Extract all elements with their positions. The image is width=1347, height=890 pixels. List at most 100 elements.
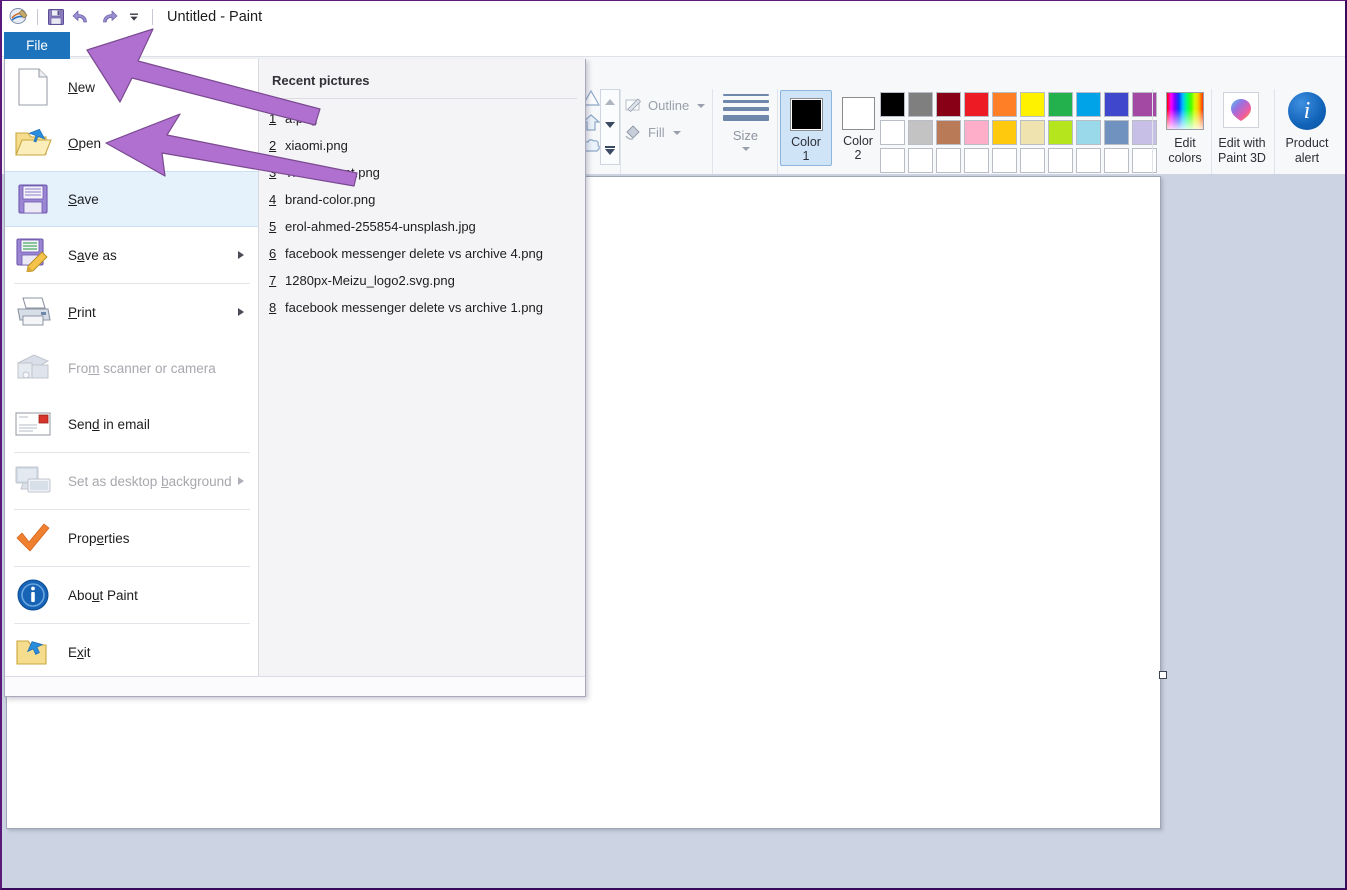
palette-swatch-3-8[interactable] <box>1076 148 1101 173</box>
menu-item-save-as[interactable]: Save as <box>5 227 258 283</box>
recent-file-item[interactable]: 4 brand-color.png <box>259 186 585 213</box>
recent-file-item[interactable]: 7 1280px-Meizu_logo2.svg.png <box>259 267 585 294</box>
save-icon[interactable] <box>43 5 69 29</box>
color-1-button[interactable]: Color 1 <box>780 90 832 166</box>
printer-icon <box>14 293 52 331</box>
desktop-icon <box>14 462 52 500</box>
color-2-label-line1: Color <box>843 134 873 148</box>
redo-icon[interactable] <box>95 5 121 29</box>
color-1-label-line1: Color <box>791 135 821 149</box>
paint-logo-icon[interactable] <box>6 5 32 29</box>
palette-swatch-2-1[interactable] <box>880 120 905 145</box>
color-palette[interactable] <box>880 92 1160 176</box>
shapes-scroll-buttons[interactable] <box>600 89 620 165</box>
submenu-arrow-icon <box>238 477 244 485</box>
palette-swatch-2-9[interactable] <box>1104 120 1129 145</box>
fill-button[interactable]: Fill <box>624 119 709 146</box>
palette-swatch-3-9[interactable] <box>1104 148 1129 173</box>
palette-swatch-2-3[interactable] <box>936 120 961 145</box>
palette-swatch-1-7[interactable] <box>1048 92 1073 117</box>
shapes-scroll-down-icon[interactable] <box>605 122 615 129</box>
palette-swatch-3-6[interactable] <box>1020 148 1045 173</box>
palette-swatch-3-3[interactable] <box>936 148 961 173</box>
palette-swatch-3-4[interactable] <box>964 148 989 173</box>
menu-item-save[interactable]: Save <box>5 171 258 227</box>
submenu-arrow-icon <box>238 251 244 259</box>
fill-bucket-icon <box>624 123 643 142</box>
outline-button[interactable]: Outline <box>624 92 709 119</box>
recent-file-name: erol-ahmed-255854-unsplash.jpg <box>285 219 476 234</box>
palette-swatch-2-8[interactable] <box>1076 120 1101 145</box>
palette-swatch-1-9[interactable] <box>1104 92 1129 117</box>
palette-swatch-3-1[interactable] <box>880 148 905 173</box>
palette-swatch-2-2[interactable] <box>908 120 933 145</box>
menu-item-label: Exit <box>68 644 91 660</box>
recent-pictures-panel: Recent pictures 1 a.png 2 xiaomi.png 3 Transp… <box>259 59 585 677</box>
palette-swatch-2-7[interactable] <box>1048 120 1073 145</box>
shapes-more-icon[interactable] <box>605 146 615 156</box>
palette-row-3 <box>880 148 1160 176</box>
recent-file-item[interactable]: 6 facebook messenger delete vs archive 4.… <box>259 240 585 267</box>
palette-swatch-2-6[interactable] <box>1020 120 1045 145</box>
menu-item-exit[interactable]: Exit <box>5 624 258 680</box>
file-menu-footer <box>5 676 585 696</box>
info-icon: i <box>1288 92 1326 130</box>
menu-item-label: From scanner or camera <box>68 360 216 376</box>
fill-caret-icon[interactable] <box>672 130 681 135</box>
menu-item-label: Save <box>68 191 99 207</box>
palette-swatch-1-1[interactable] <box>880 92 905 117</box>
ribbon-tab-strip <box>2 32 1345 57</box>
shapes-scroll-up-icon[interactable] <box>605 98 615 105</box>
menu-item-about-paint[interactable]: About Paint <box>5 567 258 623</box>
new-document-icon <box>14 68 52 106</box>
color-1-swatch[interactable] <box>789 98 823 131</box>
recent-file-number: 3 <box>269 165 277 180</box>
color-2-button[interactable]: Color 2 <box>832 90 884 166</box>
palette-swatch-1-8[interactable] <box>1076 92 1101 117</box>
recent-file-item[interactable]: 8 facebook messenger delete vs archive 1.… <box>259 294 585 321</box>
fill-label: Fill <box>648 125 665 140</box>
recent-file-item[interactable]: 1 a.png <box>259 105 585 132</box>
scanner-icon <box>14 349 52 387</box>
undo-icon[interactable] <box>69 5 95 29</box>
palette-swatch-1-3[interactable] <box>936 92 961 117</box>
file-tab[interactable]: File <box>4 32 70 59</box>
outline-caret-icon[interactable] <box>697 103 706 108</box>
edit-colors-icon <box>1166 92 1204 130</box>
palette-swatch-2-5[interactable] <box>992 120 1017 145</box>
recent-file-number: 6 <box>269 246 277 261</box>
palette-row-2 <box>880 120 1160 148</box>
recent-file-item[interactable]: 3 Transparent.png <box>259 159 585 186</box>
recent-file-item[interactable]: 5 erol-ahmed-255854-unsplash.jpg <box>259 213 585 240</box>
menu-item-new[interactable]: New <box>5 59 258 115</box>
menu-item-from-scanner-or-camera: From scanner or camera <box>5 340 258 396</box>
palette-swatch-1-5[interactable] <box>992 92 1017 117</box>
menu-item-label: Send in email <box>68 416 150 432</box>
palette-swatch-3-2[interactable] <box>908 148 933 173</box>
qat-divider-1 <box>37 8 38 25</box>
recent-file-name: Transparent.png <box>285 165 380 180</box>
size-caret-icon[interactable] <box>741 147 750 151</box>
customize-quick-access-caret-icon[interactable] <box>121 5 147 29</box>
palette-swatch-3-7[interactable] <box>1048 148 1073 173</box>
size-button[interactable]: Size <box>718 90 773 151</box>
menu-item-print[interactable]: Print <box>5 284 258 340</box>
canvas-resize-handle-right[interactable] <box>1159 671 1167 679</box>
info-icon <box>14 576 52 614</box>
menu-item-properties[interactable]: Properties <box>5 510 258 566</box>
palette-swatch-1-4[interactable] <box>964 92 989 117</box>
recent-file-name: facebook messenger delete vs archive 4.p… <box>285 246 543 261</box>
recent-file-name: a.png <box>285 111 318 126</box>
palette-swatch-3-5[interactable] <box>992 148 1017 173</box>
palette-swatch-2-4[interactable] <box>964 120 989 145</box>
palette-swatch-1-6[interactable] <box>1020 92 1045 117</box>
menu-item-open[interactable]: Open <box>5 115 258 171</box>
color-2-swatch[interactable] <box>841 97 875 130</box>
window-title: Untitled - Paint <box>167 8 263 25</box>
size-preview-icon <box>718 90 773 121</box>
menu-item-send-in-email[interactable]: Send in email <box>5 396 258 452</box>
recent-file-item[interactable]: 2 xiaomi.png <box>259 132 585 159</box>
floppy-disk-icon <box>14 180 52 218</box>
recent-file-number: 2 <box>269 138 277 153</box>
palette-swatch-1-2[interactable] <box>908 92 933 117</box>
